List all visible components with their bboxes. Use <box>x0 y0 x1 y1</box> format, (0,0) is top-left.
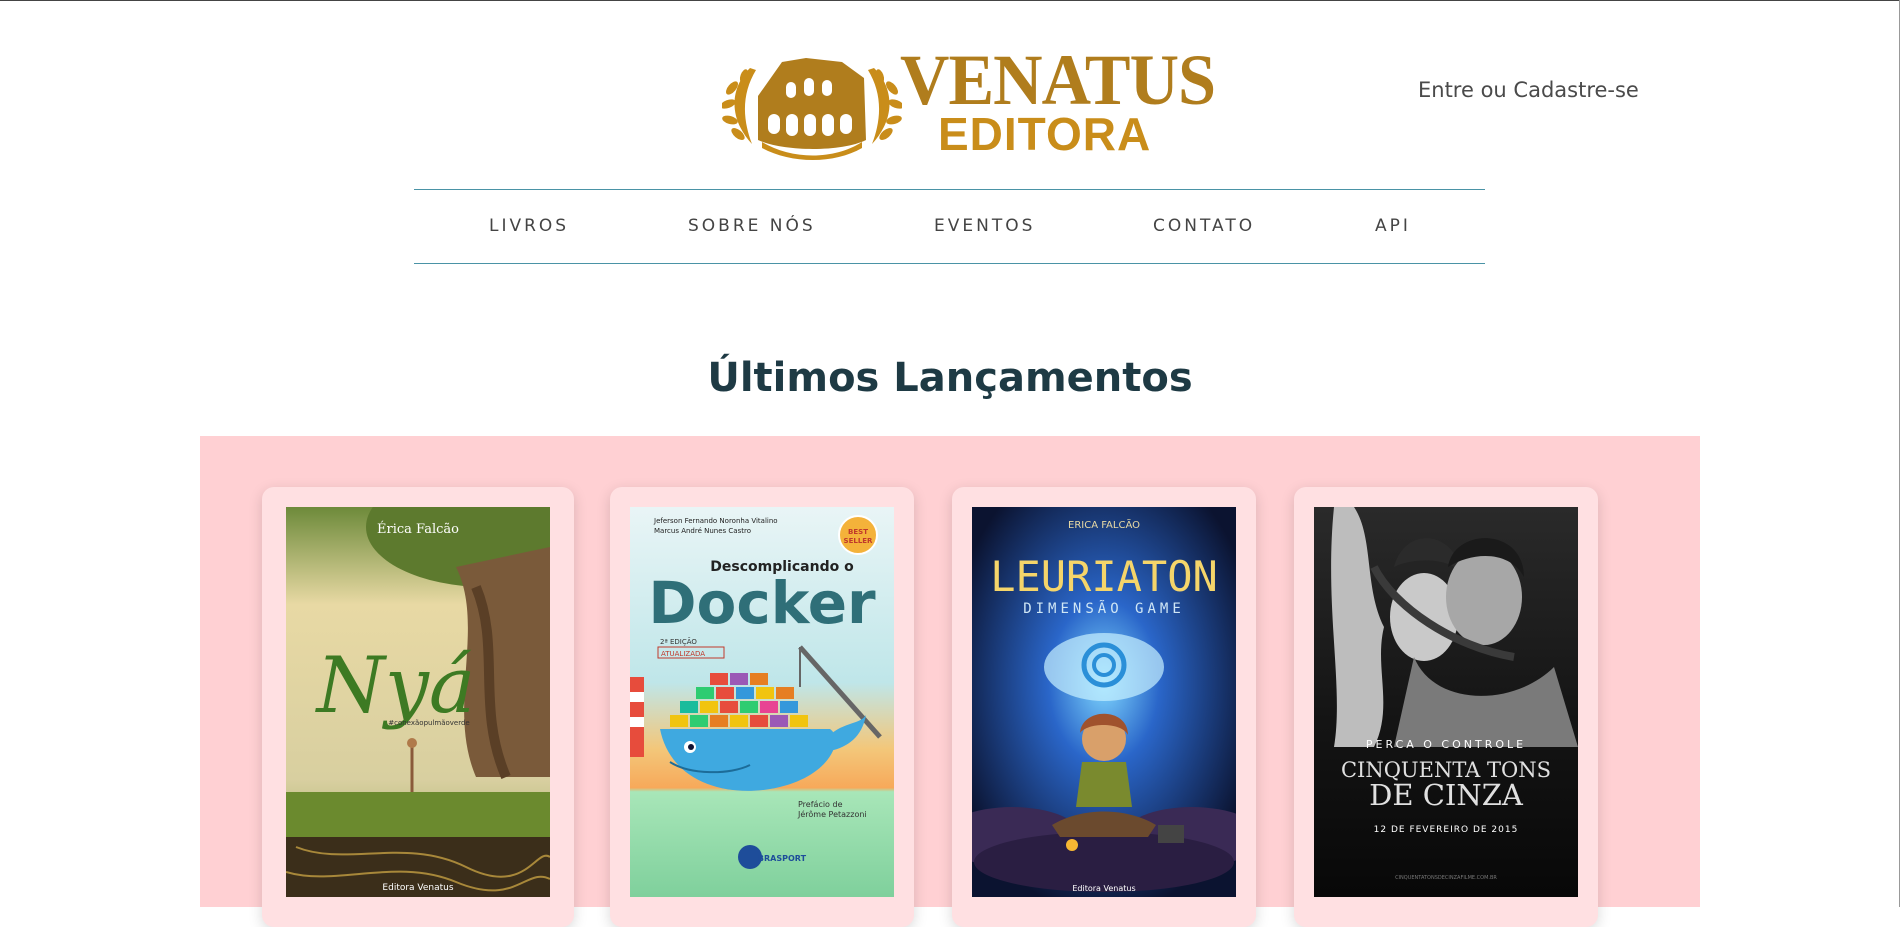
nav-item-api[interactable]: API <box>1375 216 1411 236</box>
top-border <box>0 0 1900 1</box>
cover-author-1: Jeferson Fernando Noronha Vitalino <box>653 517 778 525</box>
cover-tagline: #conexãopulmãoverde <box>388 719 470 727</box>
cover-date: 12 DE FEVEREIRO DE 2015 <box>1374 825 1519 835</box>
nav-item-eventos[interactable]: EVENTOS <box>934 216 1035 236</box>
book-card-nya[interactable]: Érica Falcão Nyá #conexãopulmãoverde Edi… <box>262 487 574 927</box>
main-nav: LIVROS SOBRE NÓS EVENTOS CONTATO API <box>414 189 1485 264</box>
cover-title: Nyá <box>315 641 476 731</box>
brand-subtitle: EDITORA <box>938 108 1152 160</box>
cover-tagline: PERCA O CONTROLE <box>1366 738 1526 751</box>
cover-author-2: Marcus André Nunes Castro <box>654 527 751 535</box>
cover-preface-1: Prefácio de <box>798 800 843 809</box>
cover-badge-1: BEST <box>848 528 868 536</box>
cover-preface-2: Jérôme Petazzoni <box>797 809 867 819</box>
book-cover: PERCA O CONTROLE CINQUENTA TONS DE CINZA… <box>1314 507 1578 897</box>
cover-publisher: Editora Venatus <box>382 883 453 893</box>
book-cover: ERICA FALCÃO LEURIATON DIMENSÃO GAME Edi… <box>972 507 1236 897</box>
nav-item-sobre-nos[interactable]: SOBRE NÓS <box>688 216 816 236</box>
colosseum-laurel-icon <box>722 58 902 160</box>
section-title: Últimos Lançamentos <box>707 355 1193 401</box>
cover-title-2: DE CINZA <box>1369 778 1524 812</box>
cover-title: Docker <box>648 569 876 637</box>
book-cover: Érica Falcão Nyá #conexãopulmãoverde Edi… <box>286 507 550 897</box>
book-card-docker[interactable]: Jeferson Fernando Noronha Vitalino Marcu… <box>610 487 914 927</box>
cover-badge-2: SELLER <box>844 537 874 545</box>
cover-url: CINQUENTATONSDECINZAFILME.COM.BR <box>1395 875 1497 881</box>
book-card-cinquenta-tons[interactable]: PERCA O CONTROLE CINQUENTA TONS DE CINZA… <box>1294 487 1598 927</box>
cover-title: LEURIATON <box>990 552 1218 601</box>
cover-subtitle: DIMENSÃO GAME <box>1023 600 1185 617</box>
brand-name: VENATUS <box>900 40 1216 120</box>
nav-item-contato[interactable]: CONTATO <box>1153 216 1255 236</box>
cover-edition-2: ATUALIZADA <box>661 650 705 658</box>
venatus-logo[interactable]: VENATUS EDITORA <box>722 44 1216 160</box>
cover-author: ERICA FALCÃO <box>1068 518 1140 531</box>
book-card-leuriaton[interactable]: ERICA FALCÃO LEURIATON DIMENSÃO GAME Edi… <box>952 487 1256 927</box>
cover-edition-1: 2ª EDIÇÃO <box>660 637 697 646</box>
cover-publisher: BRASPORT <box>758 854 807 863</box>
login-signup-link[interactable]: Entre ou Cadastre-se <box>1418 78 1639 102</box>
cover-publisher: Editora Venatus <box>1072 884 1135 893</box>
nav-item-livros[interactable]: LIVROS <box>489 216 569 236</box>
cover-author: Érica Falcão <box>377 521 459 537</box>
book-cover: Jeferson Fernando Noronha Vitalino Marcu… <box>630 507 894 897</box>
